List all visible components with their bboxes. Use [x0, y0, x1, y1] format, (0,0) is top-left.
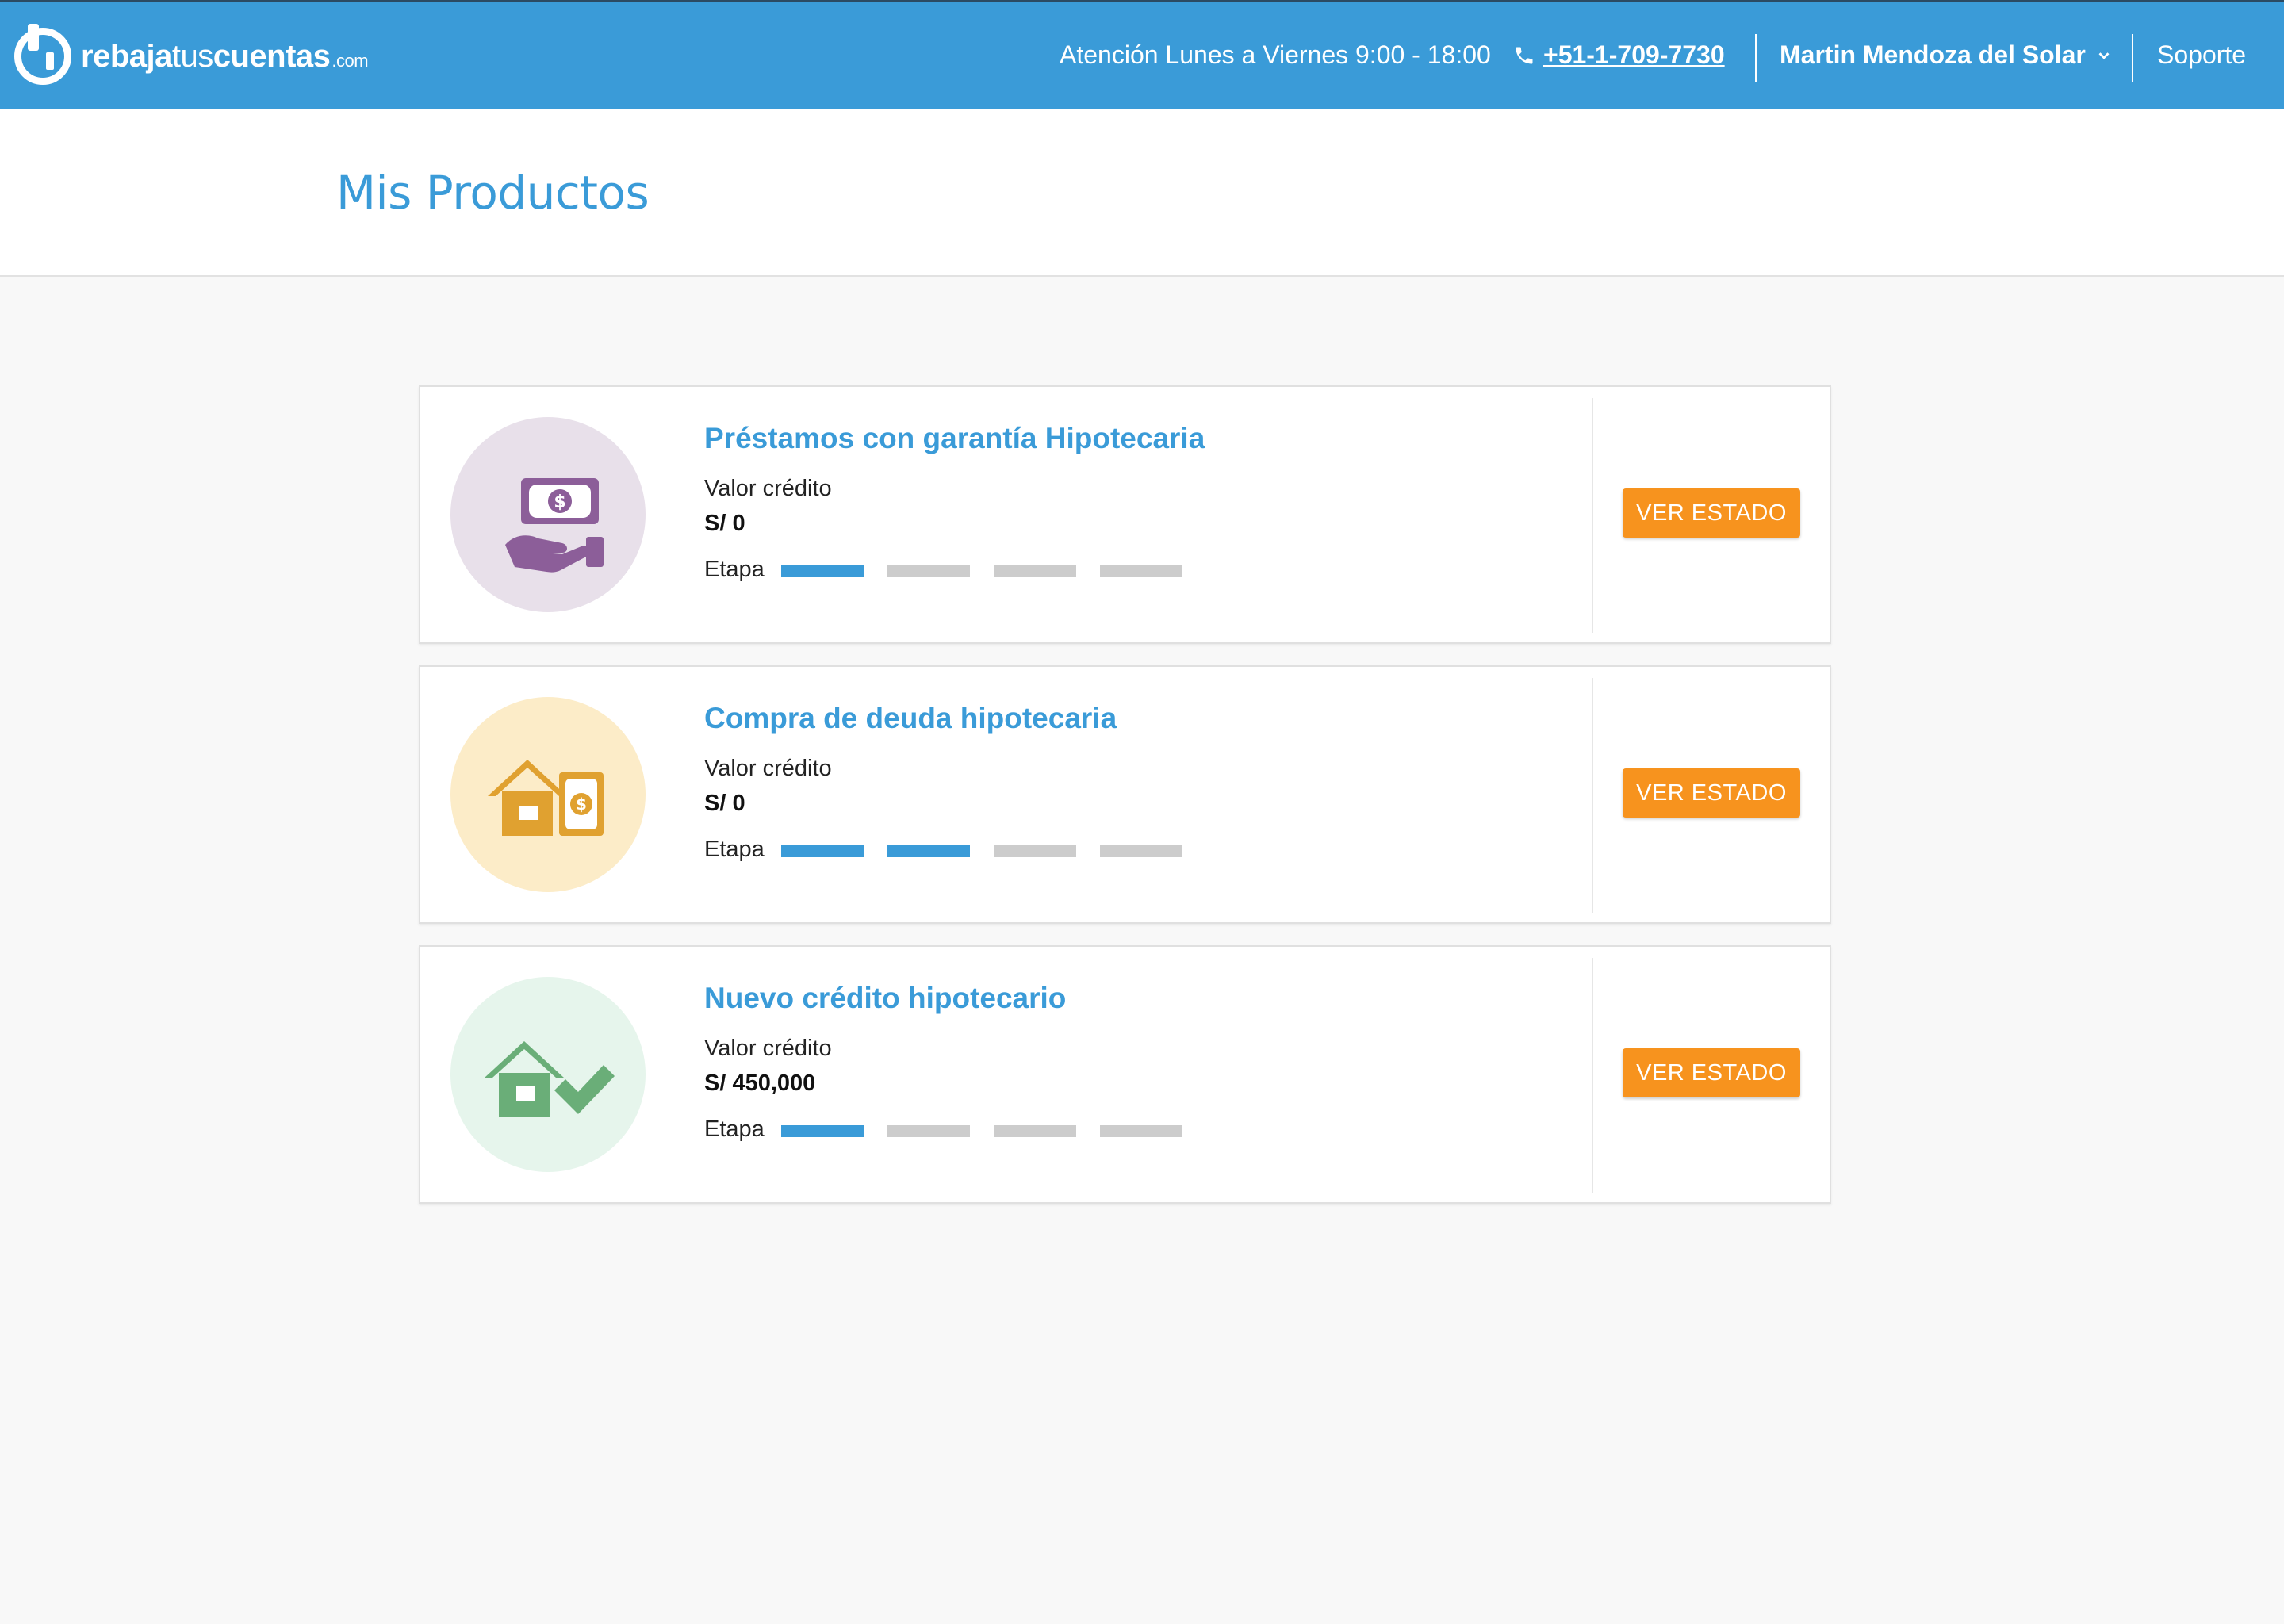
phone-link[interactable]: +51-1-709-7730: [1513, 40, 1725, 70]
product-card: $ Préstamos con garantía Hipotecaria Val…: [419, 385, 1831, 644]
stage-segment: [887, 845, 970, 857]
credit-value: S/ 0: [704, 511, 745, 536]
view-status-button[interactable]: VER ESTADO: [1623, 768, 1800, 818]
card-divider: [1592, 398, 1593, 633]
product-title[interactable]: Préstamos con garantía Hipotecaria: [704, 422, 1205, 455]
logo-text-part: tus: [171, 38, 213, 74]
stage-segment: [994, 845, 1076, 857]
business-hours: Atención Lunes a Viernes 9:00 - 18:00: [1060, 40, 1491, 69]
stage-label: Etapa: [704, 557, 765, 582]
credit-value-label: Valor crédito: [704, 476, 832, 501]
stage-label: Etapa: [704, 1116, 765, 1142]
stage-segment: [781, 1125, 864, 1137]
stage-progress: [781, 565, 1182, 577]
stage-segment: [1100, 1125, 1182, 1137]
product-title[interactable]: Compra de deuda hipotecaria: [704, 702, 1117, 735]
chevron-down-icon: [2098, 52, 2110, 59]
product-icon-circle: [450, 977, 646, 1172]
credit-value: S/ 0: [704, 791, 745, 816]
logo-icon: [14, 24, 71, 85]
product-card: Nuevo crédito hipotecario Valor crédito …: [419, 945, 1831, 1204]
logo-text-part: rebaja: [81, 38, 172, 74]
user-name: Martin Mendoza del Solar: [1780, 40, 2086, 69]
stage-segment: [781, 845, 864, 857]
card-divider: [1592, 958, 1593, 1193]
stage-segment: [781, 565, 864, 577]
phone-icon: [1516, 47, 1533, 63]
svg-text:$: $: [576, 795, 587, 814]
stage-segment: [1100, 845, 1182, 857]
credit-value-label: Valor crédito: [704, 756, 832, 781]
stage-segment: [994, 1125, 1076, 1137]
user-menu[interactable]: Martin Mendoza del Solar: [1780, 40, 2113, 70]
card-divider: [1592, 678, 1593, 913]
logo-text: rebaja tus cuentas .com: [81, 38, 369, 75]
page-title-band: Mis Productos: [0, 109, 2284, 277]
credit-value: S/ 450,000: [704, 1071, 816, 1096]
stage-segment: [994, 565, 1076, 577]
view-status-button[interactable]: VER ESTADO: [1623, 1048, 1800, 1097]
house-check-icon: [485, 1041, 615, 1117]
product-title[interactable]: Nuevo crédito hipotecario: [704, 982, 1066, 1015]
svg-text:$: $: [554, 492, 565, 512]
header-divider: [1755, 34, 1757, 82]
logo-text-suffix: .com: [331, 50, 369, 71]
page-title: Mis Productos: [336, 166, 650, 220]
view-status-button[interactable]: VER ESTADO: [1623, 488, 1800, 538]
stage-segment: [1100, 565, 1182, 577]
stage-label: Etapa: [704, 837, 765, 862]
stage-progress: [781, 845, 1182, 857]
top-navigation-bar: rebaja tus cuentas .com Atención Lunes a Vi…: [0, 0, 2284, 109]
product-icon-circle: $: [450, 697, 646, 892]
credit-value-label: Valor crédito: [704, 1036, 832, 1061]
stage-segment: [887, 565, 970, 577]
header-divider: [2132, 34, 2133, 82]
stage-segment: [887, 1125, 970, 1137]
logo[interactable]: rebaja tus cuentas .com: [14, 24, 369, 88]
product-icon-circle: $: [450, 417, 646, 612]
stage-progress: [781, 1125, 1182, 1137]
support-link[interactable]: Soporte: [2157, 40, 2246, 70]
house-money-icon: $: [488, 760, 604, 836]
phone-number: +51-1-709-7730: [1543, 40, 1725, 69]
logo-text-part: cuentas: [213, 38, 331, 74]
money-hand-icon: $: [505, 478, 604, 573]
product-card: $ Compra de deuda hipotecaria Valor créd…: [419, 665, 1831, 924]
